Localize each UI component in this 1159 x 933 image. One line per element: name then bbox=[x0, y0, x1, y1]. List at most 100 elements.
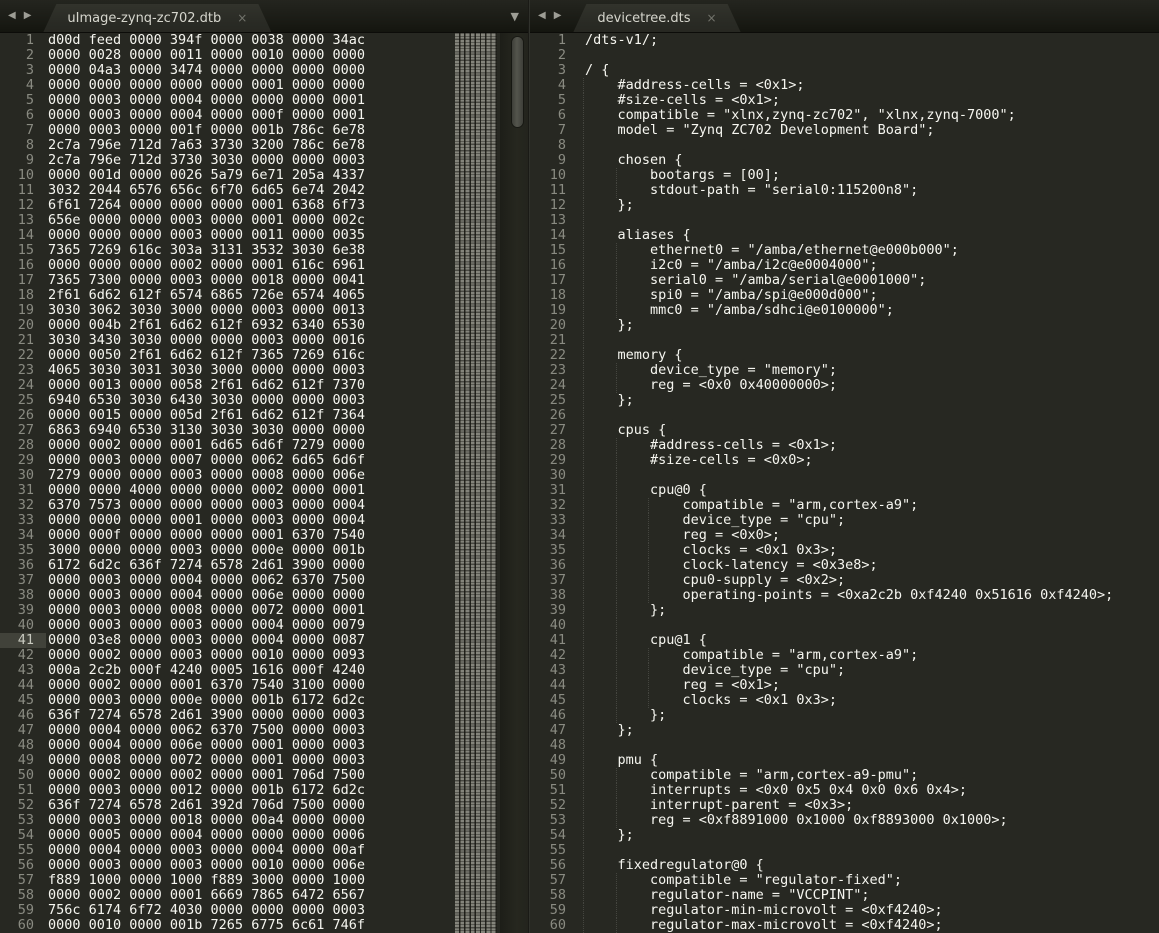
code-line[interactable]: 46 }; bbox=[530, 708, 1159, 723]
code-line[interactable]: 36 clock-latency = <0x3e8>; bbox=[530, 558, 1159, 573]
code-line[interactable]: 260000 0015 0000 005d 2f61 6d62 612f 736… bbox=[0, 408, 528, 423]
code-line[interactable]: 60000 0003 0000 0004 0000 000f 0000 0001 bbox=[0, 108, 528, 123]
code-line[interactable]: 21 bbox=[530, 333, 1159, 348]
code-line[interactable]: 82c7a 796e 712d 7a63 3730 3200 786c 6e78 bbox=[0, 138, 528, 153]
code-line[interactable]: 55 bbox=[530, 843, 1159, 858]
code-line[interactable]: 52 interrupt-parent = <0x3>; bbox=[530, 798, 1159, 813]
code-line[interactable]: 353000 0000 0000 0003 0000 000e 0000 001… bbox=[0, 543, 528, 558]
code-line[interactable]: 8 bbox=[530, 138, 1159, 153]
code-line[interactable]: 59756c 6174 6f72 4030 0000 0000 0000 000… bbox=[0, 903, 528, 918]
code-line[interactable]: 160000 0000 0000 0002 0000 0001 616c 696… bbox=[0, 258, 528, 273]
close-icon[interactable]: × bbox=[707, 12, 717, 24]
code-line[interactable]: 27 cpus { bbox=[530, 423, 1159, 438]
code-line[interactable]: 530000 0003 0000 0018 0000 00a4 0000 000… bbox=[0, 813, 528, 828]
code-line[interactable]: 126f61 7264 0000 0000 0000 0001 6368 6f7… bbox=[0, 198, 528, 213]
tab-scroll-left-icon[interactable]: ◀ bbox=[534, 10, 550, 21]
tab-devicetree-dts[interactable]: devicetree.dts × bbox=[573, 4, 740, 32]
code-line[interactable]: 30 bbox=[530, 468, 1159, 483]
code-line[interactable]: 3/ { bbox=[530, 63, 1159, 78]
code-line[interactable]: 366172 6d2c 636f 7274 6578 2d61 3900 000… bbox=[0, 558, 528, 573]
tab-scroll-right-icon[interactable]: ▶ bbox=[550, 10, 566, 21]
code-line[interactable]: 31 cpu@0 { bbox=[530, 483, 1159, 498]
code-line[interactable]: 400000 0003 0000 0003 0000 0004 0000 007… bbox=[0, 618, 528, 633]
code-line[interactable]: 6 compatible = "xlnx,zynq-zc702", "xlnx,… bbox=[530, 108, 1159, 123]
code-line[interactable]: 7 model = "Zynq ZC702 Development Board"… bbox=[530, 123, 1159, 138]
code-line[interactable]: 56 fixedregulator@0 { bbox=[530, 858, 1159, 873]
code-line[interactable]: 4 #address-cells = <0x1>; bbox=[530, 78, 1159, 93]
code-line[interactable]: 20000 0028 0000 0011 0000 0010 0000 0000 bbox=[0, 48, 528, 63]
code-line[interactable]: 177365 7300 0000 0003 0000 0018 0000 004… bbox=[0, 273, 528, 288]
code-line[interactable]: 560000 0003 0000 0003 0000 0010 0000 006… bbox=[0, 858, 528, 873]
code-line[interactable]: 380000 0003 0000 0004 0000 006e 0000 000… bbox=[0, 588, 528, 603]
code-line[interactable]: 276863 6940 6530 3130 3030 3030 0000 000… bbox=[0, 423, 528, 438]
code-line[interactable]: 70000 0003 0000 001f 0000 001b 786c 6e78 bbox=[0, 123, 528, 138]
code-line[interactable]: 26 bbox=[530, 408, 1159, 423]
code-line[interactable]: 307279 0000 0000 0003 0000 0008 0000 006… bbox=[0, 468, 528, 483]
code-line[interactable]: 52636f 7274 6578 2d61 392d 706d 7500 000… bbox=[0, 798, 528, 813]
code-line[interactable]: 43 device_type = "cpu"; bbox=[530, 663, 1159, 678]
code-line[interactable]: 45 clocks = <0x1 0x3>; bbox=[530, 693, 1159, 708]
code-line[interactable]: 200000 004b 2f61 6d62 612f 6932 6340 653… bbox=[0, 318, 528, 333]
code-line[interactable]: 370000 0003 0000 0004 0000 0062 6370 750… bbox=[0, 573, 528, 588]
code-line[interactable]: 28 #address-cells = <0x1>; bbox=[530, 438, 1159, 453]
code-line[interactable]: 2 bbox=[530, 48, 1159, 63]
code-line[interactable]: 140000 0000 0000 0003 0000 0011 0000 003… bbox=[0, 228, 528, 243]
tab-overflow-menu-icon[interactable]: ▼ bbox=[511, 10, 519, 23]
code-line[interactable]: 51 interrupts = <0x0 0x5 0x4 0x0 0x6 0x4… bbox=[530, 783, 1159, 798]
code-line[interactable]: 256940 6530 3030 6430 3030 0000 0000 000… bbox=[0, 393, 528, 408]
code-line[interactable]: 500000 0002 0000 0002 0000 0001 706d 750… bbox=[0, 768, 528, 783]
code-line[interactable]: 12 }; bbox=[530, 198, 1159, 213]
code-line[interactable]: 59 regulator-min-microvolt = <0xf4240>; bbox=[530, 903, 1159, 918]
code-line[interactable]: 193030 3062 3030 3000 0000 0003 0000 001… bbox=[0, 303, 528, 318]
code-line[interactable]: 50 compatible = "arm,cortex-a9-pmu"; bbox=[530, 768, 1159, 783]
code-line[interactable]: 240000 0013 0000 0058 2f61 6d62 612f 737… bbox=[0, 378, 528, 393]
code-line[interactable]: 340000 000f 0000 0000 0000 0001 6370 754… bbox=[0, 528, 528, 543]
code-line[interactable]: 46636f 7274 6578 2d61 3900 0000 0000 000… bbox=[0, 708, 528, 723]
code-line[interactable]: 43000a 2c2b 000f 4240 0005 1616 000f 424… bbox=[0, 663, 528, 678]
code-line[interactable]: 1d00d feed 0000 394f 0000 0038 0000 34ac bbox=[0, 33, 528, 48]
code-line[interactable]: 14 aliases { bbox=[530, 228, 1159, 243]
code-line[interactable]: 50000 0003 0000 0004 0000 0000 0000 0001 bbox=[0, 93, 528, 108]
code-line[interactable]: 18 spi0 = "/amba/spi@e000d000"; bbox=[530, 288, 1159, 303]
code-line[interactable]: 220000 0050 2f61 6d62 612f 7365 7269 616… bbox=[0, 348, 528, 363]
code-line[interactable]: 53 reg = <0xf8891000 0x1000 0xf8893000 0… bbox=[530, 813, 1159, 828]
code-line[interactable]: 157365 7269 616c 303a 3131 3532 3030 6e3… bbox=[0, 243, 528, 258]
code-line[interactable]: 23 device_type = "memory"; bbox=[530, 363, 1159, 378]
code-line[interactable]: 580000 0002 0000 0001 6669 7865 6472 656… bbox=[0, 888, 528, 903]
code-line[interactable]: 57 compatible = "regulator-fixed"; bbox=[530, 873, 1159, 888]
code-line[interactable]: 13656e 0000 0000 0003 0000 0001 0000 002… bbox=[0, 213, 528, 228]
code-line[interactable]: 38 operating-points = <0xa2c2b 0xf4240 0… bbox=[530, 588, 1159, 603]
close-icon[interactable]: × bbox=[237, 12, 247, 24]
code-line[interactable]: 60 regulator-max-microvolt = <0xf4240>; bbox=[530, 918, 1159, 933]
code-line[interactable]: 390000 0003 0000 0008 0000 0072 0000 000… bbox=[0, 603, 528, 618]
code-line[interactable]: 5 #size-cells = <0x1>; bbox=[530, 93, 1159, 108]
code-line[interactable]: 9 chosen { bbox=[530, 153, 1159, 168]
code-line[interactable]: 330000 0000 0000 0001 0000 0003 0000 000… bbox=[0, 513, 528, 528]
code-line[interactable]: 19 mmc0 = "/amba/sdhci@e0100000"; bbox=[530, 303, 1159, 318]
code-line[interactable]: 54 }; bbox=[530, 828, 1159, 843]
code-line[interactable]: 280000 0002 0000 0001 6d65 6d6f 7279 000… bbox=[0, 438, 528, 453]
code-line[interactable]: 30000 04a3 0000 3474 0000 0000 0000 0000 bbox=[0, 63, 528, 78]
code-line[interactable]: 49 pmu { bbox=[530, 753, 1159, 768]
code-line[interactable]: 113032 2044 6576 656c 6f70 6d65 6e74 204… bbox=[0, 183, 528, 198]
code-line[interactable]: 15 ethernet0 = "/amba/ethernet@e000b000"… bbox=[530, 243, 1159, 258]
code-line[interactable]: 48 bbox=[530, 738, 1159, 753]
code-line[interactable]: 41 cpu@1 { bbox=[530, 633, 1159, 648]
code-line[interactable]: 550000 0004 0000 0003 0000 0004 0000 00a… bbox=[0, 843, 528, 858]
code-line[interactable]: 58 regulator-name = "VCCPINT"; bbox=[530, 888, 1159, 903]
code-line[interactable]: 11 stdout-path = "serial0:115200n8"; bbox=[530, 183, 1159, 198]
code-line[interactable]: 490000 0008 0000 0072 0000 0001 0000 000… bbox=[0, 753, 528, 768]
code-line[interactable]: 600000 0010 0000 001b 7265 6775 6c61 746… bbox=[0, 918, 528, 933]
code-line[interactable]: 40000 0000 0000 0000 0000 0001 0000 0000 bbox=[0, 78, 528, 93]
code-line[interactable]: 10 bootargs = [00]; bbox=[530, 168, 1159, 183]
code-line[interactable]: 234065 3030 3031 3030 3000 0000 0000 000… bbox=[0, 363, 528, 378]
code-line[interactable]: 100000 001d 0000 0026 5a79 6e71 205a 433… bbox=[0, 168, 528, 183]
code-line[interactable]: 32 compatible = "arm,cortex-a9"; bbox=[530, 498, 1159, 513]
code-line[interactable]: 29 #size-cells = <0x0>; bbox=[530, 453, 1159, 468]
tab-scroll-left-icon[interactable]: ◀ bbox=[4, 10, 20, 21]
scrollbar-thumb[interactable] bbox=[512, 37, 523, 127]
code-line[interactable]: 20 }; bbox=[530, 318, 1159, 333]
code-line[interactable]: 213030 3430 3030 0000 0000 0003 0000 001… bbox=[0, 333, 528, 348]
code-line[interactable]: 33 device_type = "cpu"; bbox=[530, 513, 1159, 528]
code-line[interactable]: 35 clocks = <0x1 0x3>; bbox=[530, 543, 1159, 558]
